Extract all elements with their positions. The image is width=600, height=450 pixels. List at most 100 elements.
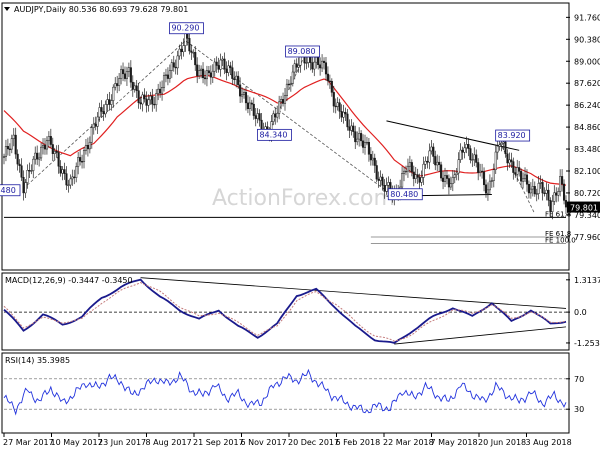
candle-body (28, 170, 31, 172)
candle-body (418, 177, 421, 183)
candle-body (203, 77, 207, 80)
candle-body (88, 141, 91, 150)
candle-body (215, 61, 218, 66)
candle-body (334, 105, 337, 108)
candle-body (522, 178, 525, 182)
candle-body (387, 182, 390, 186)
candle-body (250, 102, 253, 105)
candle-body (420, 177, 423, 183)
candle-body (562, 183, 566, 201)
candle-body (258, 113, 261, 121)
candle-body (360, 133, 363, 142)
candle-body (385, 185, 388, 192)
candle-body (486, 189, 489, 194)
candle-body (455, 172, 458, 176)
candle-body (32, 158, 35, 171)
watermark: ActionForex.com (212, 186, 395, 211)
candle-body (192, 52, 195, 54)
x-tick-label: 7 May 2018 (431, 438, 478, 447)
candle-body (10, 138, 13, 150)
candle-body (447, 178, 450, 188)
price-annotation: 80.480 (387, 188, 423, 201)
macd-y-tick-label: 1.3137 (574, 276, 600, 285)
annotation-label: 84.340 (259, 130, 287, 139)
candle-body (65, 173, 68, 186)
candle-body (367, 141, 370, 155)
candle-body (410, 162, 413, 173)
candle-body (151, 95, 154, 105)
candle-body (549, 199, 552, 212)
candle-body (350, 125, 353, 131)
candle-body (369, 154, 372, 161)
candle-body (24, 182, 27, 194)
candle-body (20, 165, 23, 178)
candle-body (426, 160, 429, 163)
candle-body (512, 161, 515, 173)
candle-body (6, 146, 9, 150)
candle-body (442, 177, 445, 182)
candle-body (561, 176, 564, 185)
candle-body (365, 141, 369, 144)
x-axis: 27 Mar 201710 May 201723 Jun 2017 8 Aug 2… (3, 433, 572, 447)
candle-body (235, 75, 238, 81)
candle-body (213, 61, 216, 72)
candle-body (461, 149, 464, 153)
candle-body (98, 107, 101, 118)
candle-body (481, 170, 484, 173)
candle-body (330, 80, 333, 93)
candle-body (81, 161, 84, 163)
candle-body (445, 175, 449, 179)
candle-body (196, 64, 199, 77)
candle-body (285, 83, 289, 96)
candle-body (145, 98, 148, 106)
candle-body (162, 75, 166, 88)
price-y-tick-label: 83.480 (574, 145, 600, 154)
candle-body (416, 174, 419, 178)
x-tick-label: 6 Feb 2018 (336, 438, 381, 447)
candle-body (438, 161, 441, 166)
candle-body (123, 73, 127, 79)
price-panel: ActionForex.com 91.760 90.380 89.000 87.620… (0, 2, 600, 271)
candle-body (26, 170, 29, 183)
candle-body (155, 93, 158, 106)
candle-body (502, 141, 505, 144)
candle-body (272, 113, 275, 122)
candle-body (297, 64, 300, 68)
candle-body (344, 111, 347, 115)
candle-body (494, 151, 497, 170)
candle-body (379, 176, 382, 181)
annotation-label: 83.920 (498, 131, 526, 140)
candle-body (225, 68, 228, 73)
candle-body (137, 90, 140, 103)
candle-body (200, 68, 203, 71)
price-y-tick-label: 84.860 (574, 123, 600, 132)
candle-body (317, 57, 320, 65)
candle-body (237, 75, 240, 86)
candle-body (424, 160, 427, 165)
x-tick-label: 6 Nov 2017 (241, 438, 287, 447)
rsi-y-tick-label: 70 (574, 375, 584, 384)
candle-body (112, 86, 115, 101)
candle-body (121, 69, 125, 75)
candle-body (30, 170, 33, 172)
candle-body (256, 113, 259, 119)
candle-body (510, 159, 513, 162)
candle-body (436, 161, 439, 166)
candle-body (555, 192, 558, 196)
candle-body (291, 71, 294, 84)
candle-body (118, 78, 121, 86)
x-tick-label: 23 Jun 2017 (98, 438, 146, 447)
candle-body (453, 174, 456, 178)
candle-body (22, 177, 25, 194)
candle-body (100, 107, 103, 112)
candle-body (188, 38, 191, 52)
candle-body (8, 148, 11, 150)
annotation-label: 80.480 (390, 190, 418, 199)
annotation-label: 90.290 (171, 24, 199, 33)
candle-body (114, 83, 117, 88)
candle-body (518, 167, 521, 172)
candle-body (96, 116, 99, 127)
candle-body (449, 183, 452, 188)
candle-body (241, 94, 244, 97)
candle-body (328, 80, 331, 83)
